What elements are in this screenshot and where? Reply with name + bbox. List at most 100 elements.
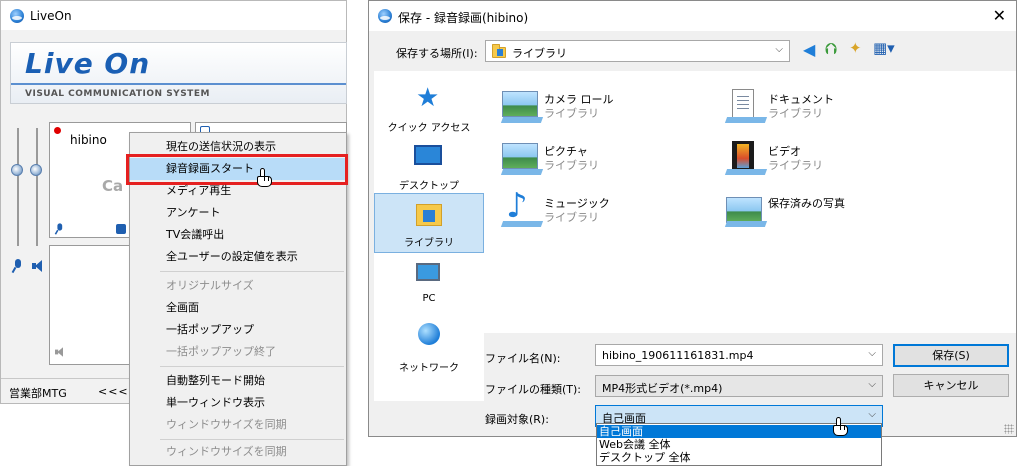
video-icon — [724, 141, 768, 175]
panel-3-speaker-icon[interactable] — [55, 347, 63, 357]
panel-microphone-icon[interactable] — [55, 223, 63, 234]
filename-input[interactable]: hibino_190611161831.mp4 ⌵ — [595, 344, 883, 366]
filename-label: ファイル名(N): — [485, 352, 561, 365]
hand-cursor-icon — [256, 168, 272, 188]
library-folder-icon — [492, 44, 506, 58]
menu-item-full-screen[interactable]: 全画面 — [130, 297, 346, 319]
library-icon — [416, 204, 442, 226]
liveon-titlebar[interactable]: LiveOn — [0, 0, 347, 30]
nav-item-quick-access[interactable]: ★ クイック アクセス — [374, 79, 484, 139]
nav-item-label: ネットワーク — [399, 363, 459, 374]
pc-icon — [416, 263, 440, 281]
cancel-button[interactable]: キャンセル — [893, 374, 1009, 397]
chevron-down-icon: ⌵ — [775, 44, 783, 55]
file-item-type: ライブラリ — [544, 107, 599, 120]
liveon-window: LiveOn Live On VISUAL COMMUNICATION SYST… — [0, 0, 348, 466]
video-panel-username: hibino — [70, 133, 107, 147]
menu-item-media-playback[interactable]: メディア再生 — [130, 180, 346, 202]
liveon-logo-subtitle: VISUAL COMMUNICATION SYSTEM — [25, 89, 210, 99]
pictures-icon — [500, 141, 544, 175]
nav-item-network[interactable]: ネットワーク — [374, 319, 484, 379]
music-icon: ♪ — [500, 189, 544, 227]
pictures-icon — [724, 193, 768, 227]
dialog-app-icon — [378, 9, 392, 23]
save-dialog-titlebar[interactable]: 保存 - 録音録画(hibino) ✕ — [369, 1, 1016, 31]
file-item-type: ライブラリ — [768, 107, 823, 120]
navigation-pane: ★ クイック アクセス デスクトップ ライブラリ PC ネットワーク — [374, 71, 484, 401]
menu-separator — [160, 439, 344, 440]
nav-item-label: PC — [422, 293, 436, 304]
save-location-select[interactable]: ライブラリ ⌵ — [485, 40, 790, 62]
video-panel-camera-text: Ca — [102, 177, 124, 195]
desktop-icon — [414, 145, 442, 165]
new-folder-icon[interactable]: ✦ — [849, 39, 867, 57]
pictures-icon — [500, 89, 544, 123]
menu-item-batch-popup[interactable]: 一括ポップアップ — [130, 319, 346, 341]
record-target-option-web-conference[interactable]: Web会議 全体 — [597, 438, 881, 451]
filetype-select[interactable]: MP4形式ビデオ(*.mp4) ⌵ — [595, 375, 883, 397]
chevron-down-icon: ⌵ — [868, 409, 876, 420]
file-item-music[interactable]: ♪ ミュージック ライブラリ — [492, 189, 712, 233]
documents-icon — [724, 89, 768, 123]
star-icon: ★ — [416, 83, 440, 113]
speaker-icon[interactable] — [32, 260, 42, 272]
file-item-name: 保存済みの写真 — [768, 197, 845, 210]
file-list-pane: カメラ ロール ライブラリ ドキュメント ライブラリ ピクチャ ライブラリ ビデ… — [484, 71, 1016, 333]
hand-cursor-icon — [832, 417, 848, 437]
speaker-volume-slider-track[interactable] — [36, 128, 38, 246]
nav-item-pc[interactable]: PC — [374, 259, 484, 319]
filetype-label: ファイルの種類(T): — [485, 383, 582, 396]
save-dialog-title: 保存 - 録音録画(hibino) — [398, 11, 529, 25]
nav-item-label: ライブラリ — [404, 238, 454, 249]
liveon-app-icon — [10, 9, 24, 23]
save-button[interactable]: 保存(S) — [893, 344, 1009, 367]
menu-item-end-batch-popup: 一括ポップアップ終了 — [166, 345, 276, 358]
file-item-type: ライブラリ — [544, 211, 599, 224]
menu-item-original-size: オリジナルサイズ — [166, 279, 254, 292]
filetype-value: MP4形式ビデオ(*.mp4) — [602, 382, 723, 395]
nav-item-label: クイック アクセス — [387, 123, 471, 134]
nav-item-desktop[interactable]: デスクトップ — [374, 137, 484, 197]
save-location-value: ライブラリ — [512, 47, 567, 60]
file-item-camera-roll[interactable]: カメラ ロール ライブラリ — [492, 89, 712, 129]
close-icon[interactable]: ✕ — [993, 6, 1006, 25]
menu-separator — [160, 271, 344, 272]
view-menu-icon[interactable]: ▦▾ — [873, 39, 895, 57]
mic-volume-slider-knob[interactable] — [11, 164, 23, 176]
menu-item-tv-conference-call[interactable]: TV会議呼出 — [130, 224, 346, 246]
panel-user-icon[interactable] — [116, 224, 126, 234]
liveon-window-title: LiveOn — [30, 9, 72, 23]
file-item-type: ライブラリ — [544, 159, 599, 172]
microphone-icon[interactable] — [12, 259, 22, 273]
menu-item-auto-arrange[interactable]: 自動整列モード開始 — [130, 370, 346, 392]
menu-separator — [160, 366, 344, 367]
resize-grip[interactable] — [1004, 424, 1014, 434]
file-item-pictures[interactable]: ピクチャ ライブラリ — [492, 141, 712, 181]
speaker-volume-slider-knob[interactable] — [30, 164, 42, 176]
filename-value: hibino_190611161831.mp4 — [602, 349, 754, 362]
nav-item-library[interactable]: ライブラリ — [374, 193, 484, 253]
recording-indicator-dot — [54, 127, 61, 134]
menu-item-sync-window-size-2: ウィンドウサイズを同期 — [166, 445, 287, 458]
file-item-videos[interactable]: ビデオ ライブラリ — [716, 141, 936, 181]
status-room-name: 営業部MTG — [9, 387, 67, 400]
menu-item-sync-window-size: ウィンドウサイズを同期 — [166, 418, 287, 431]
liveon-logo-banner: Live On VISUAL COMMUNICATION SYSTEM — [10, 42, 347, 104]
file-item-saved-pictures[interactable]: 保存済みの写真 — [716, 193, 936, 233]
record-target-label: 録画対象(R): — [485, 413, 549, 426]
save-location-label: 保存する場所(I): — [396, 47, 478, 60]
context-menu: 現在の送信状況の表示 録音録画スタート メディア再生 アンケート TV会議呼出 … — [126, 132, 348, 466]
liveon-logo: Live On — [25, 47, 151, 80]
mic-volume-slider-track[interactable] — [17, 128, 19, 246]
nav-item-label: デスクトップ — [399, 181, 459, 192]
menu-item-survey[interactable]: アンケート — [130, 202, 346, 224]
menu-item-single-window[interactable]: 単一ウィンドウ表示 — [130, 392, 346, 414]
network-icon — [418, 323, 440, 345]
file-item-type: ライブラリ — [768, 159, 823, 172]
record-target-option-desktop[interactable]: デスクトップ 全体 — [597, 451, 881, 464]
file-item-documents[interactable]: ドキュメント ライブラリ — [716, 89, 936, 129]
back-icon[interactable]: ◀ — [803, 40, 821, 59]
up-folder-icon[interactable]: ⮉ — [825, 39, 843, 58]
chevron-down-icon[interactable]: ⌵ — [868, 348, 876, 359]
menu-item-show-all-user-settings[interactable]: 全ユーザーの設定値を表示 — [130, 246, 346, 268]
